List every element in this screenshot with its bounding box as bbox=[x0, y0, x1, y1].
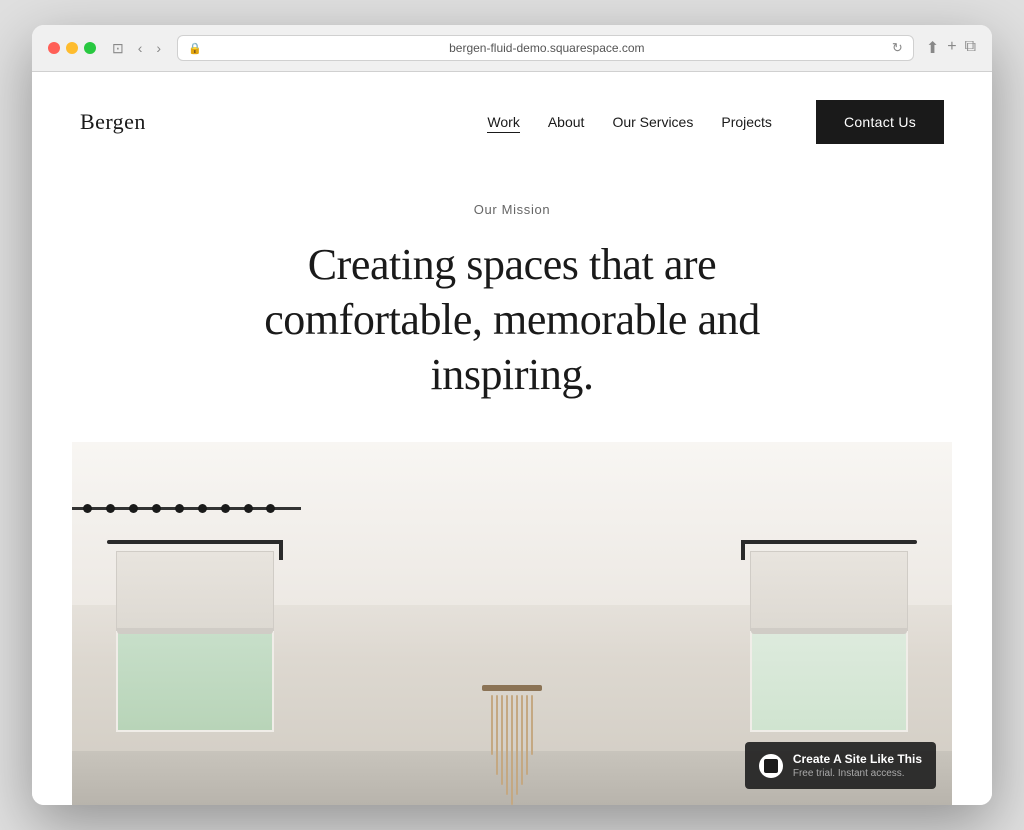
website-content: Bergen Work About Our Services Projects … bbox=[32, 72, 992, 805]
browser-chrome: ⊡ ‹ › 🔒 bergen-fluid-demo.squarespace.co… bbox=[32, 25, 992, 72]
macrame-decoration bbox=[472, 685, 552, 805]
curtain-rod-wall-left bbox=[72, 507, 301, 510]
nav-link-work[interactable]: Work bbox=[487, 114, 519, 130]
badge-subtitle: Free trial. Instant access. bbox=[793, 768, 922, 779]
strand bbox=[511, 695, 513, 805]
traffic-light-red[interactable] bbox=[48, 42, 60, 54]
strand bbox=[496, 695, 498, 775]
strand bbox=[531, 695, 533, 755]
reload-button[interactable]: ↻ bbox=[892, 40, 903, 56]
roman-shade-right bbox=[750, 551, 908, 631]
back-button[interactable]: ‹ bbox=[134, 38, 147, 58]
strand bbox=[491, 695, 493, 755]
hero-section: Our Mission Creating spaces that are com… bbox=[32, 172, 992, 442]
browser-window: ⊡ ‹ › 🔒 bergen-fluid-demo.squarespace.co… bbox=[32, 25, 992, 805]
traffic-lights bbox=[48, 42, 96, 54]
tabs-icon[interactable]: ⧉ bbox=[965, 38, 976, 58]
nav-link-services[interactable]: Our Services bbox=[612, 114, 693, 130]
share-icon[interactable]: ⬆ bbox=[926, 38, 939, 58]
new-tab-icon[interactable]: + bbox=[947, 38, 956, 58]
forward-button[interactable]: › bbox=[152, 38, 165, 58]
nav-link-about[interactable]: About bbox=[548, 114, 585, 130]
badge-text: Create A Site Like This Free trial. Inst… bbox=[793, 752, 922, 779]
browser-actions: ⬆ + ⧉ bbox=[926, 38, 976, 58]
hero-label: Our Mission bbox=[80, 202, 944, 217]
window-tile-button[interactable]: ⊡ bbox=[108, 38, 128, 59]
contact-us-button[interactable]: Contact Us bbox=[816, 100, 944, 144]
address-bar[interactable]: 🔒 bergen-fluid-demo.squarespace.com ↻ bbox=[177, 35, 914, 61]
hero-title: Creating spaces that are comfortable, me… bbox=[262, 237, 762, 402]
ring-8 bbox=[244, 504, 253, 513]
strand bbox=[501, 695, 503, 785]
lock-icon: 🔒 bbox=[188, 42, 202, 55]
strand bbox=[506, 695, 508, 795]
traffic-light-green[interactable] bbox=[84, 42, 96, 54]
ring-7 bbox=[221, 504, 230, 513]
browser-controls: ⊡ ‹ › bbox=[108, 38, 165, 59]
site-logo[interactable]: Bergen bbox=[80, 109, 146, 135]
squarespace-badge[interactable]: Create A Site Like This Free trial. Inst… bbox=[745, 742, 936, 789]
traffic-light-yellow[interactable] bbox=[66, 42, 78, 54]
room-photo: Create A Site Like This Free trial. Inst… bbox=[72, 442, 952, 805]
nav-link-projects[interactable]: Projects bbox=[721, 114, 772, 130]
macrame-fringe bbox=[472, 691, 552, 805]
squarespace-logo-inner bbox=[764, 759, 778, 773]
curtain-bracket-right bbox=[741, 540, 917, 544]
strand bbox=[516, 695, 518, 795]
squarespace-logo bbox=[759, 754, 783, 778]
roman-shade-left bbox=[116, 551, 274, 631]
strand bbox=[521, 695, 523, 785]
url-text: bergen-fluid-demo.squarespace.com bbox=[208, 41, 886, 55]
badge-title: Create A Site Like This bbox=[793, 752, 922, 766]
hero-image: Create A Site Like This Free trial. Inst… bbox=[72, 442, 952, 805]
strand bbox=[526, 695, 528, 775]
curtain-bracket-left bbox=[107, 540, 283, 544]
nav-links: Work About Our Services Projects Contact… bbox=[487, 100, 944, 144]
navigation: Bergen Work About Our Services Projects … bbox=[32, 72, 992, 172]
